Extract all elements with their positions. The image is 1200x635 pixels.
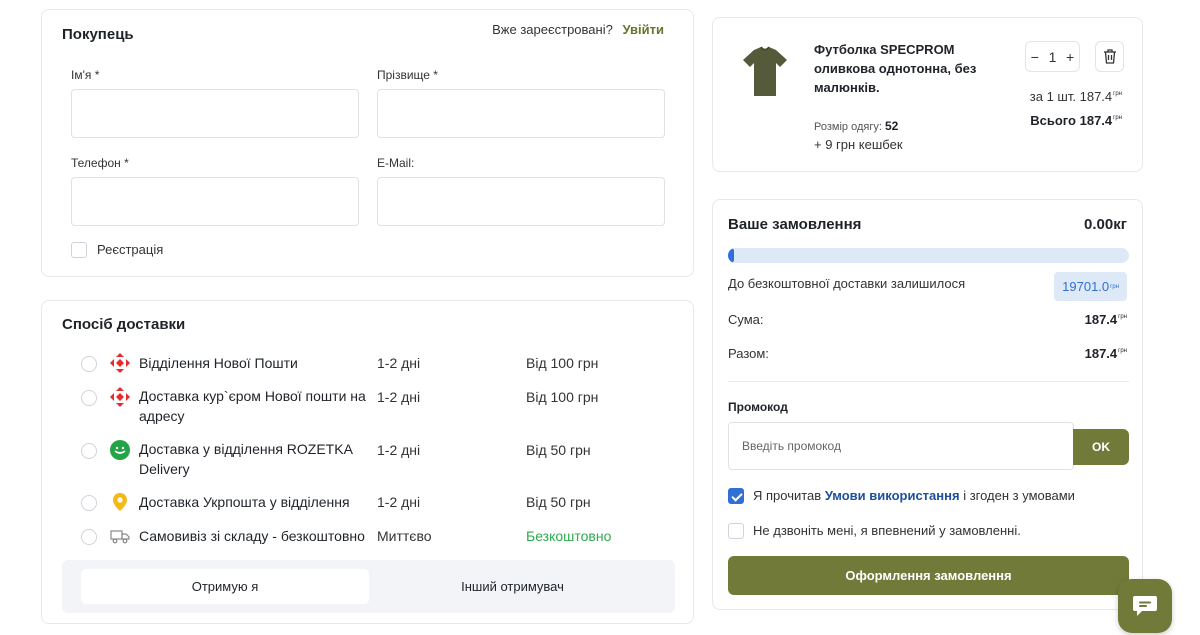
order-title: Ваше замовлення bbox=[728, 216, 862, 233]
promo-input[interactable]: Введіть промокод bbox=[728, 422, 1074, 470]
delivery-radio-nova-poshta-branch[interactable] bbox=[81, 356, 97, 372]
promo-apply-button[interactable]: OK bbox=[1073, 429, 1129, 465]
free-delivery-remaining-value: 19701.0 bbox=[1062, 279, 1110, 294]
currency: грн bbox=[1110, 283, 1119, 290]
phone-field[interactable] bbox=[71, 177, 359, 226]
rozetka-icon bbox=[110, 440, 130, 460]
ukrposhta-icon bbox=[113, 493, 127, 511]
no-call-checkbox[interactable] bbox=[728, 523, 744, 539]
chat-icon bbox=[1133, 596, 1157, 616]
delivery-option-name: Самовивіз зі складу - безкоштовно bbox=[139, 528, 365, 544]
delivery-card: Спосіб доставки Відділення Нової Пошти 1… bbox=[41, 300, 694, 624]
divider bbox=[728, 381, 1129, 382]
product-size: Розмір одягу: 52 bbox=[814, 119, 898, 133]
email-field[interactable] bbox=[377, 177, 665, 226]
quantity-plus-button[interactable]: + bbox=[1066, 49, 1074, 65]
sum-amount: 187.4 bbox=[1084, 312, 1118, 327]
nova-poshta-icon bbox=[110, 353, 130, 373]
total-amount: 187.4 bbox=[1084, 346, 1118, 361]
register-checkbox[interactable] bbox=[71, 242, 87, 258]
per-unit-label: за 1 шт. bbox=[1029, 89, 1076, 104]
registered-text: Вже зареєстровані? bbox=[492, 22, 613, 37]
recipient-toggle: Отримую я Інший отримувач bbox=[62, 560, 675, 613]
trash-icon bbox=[1103, 49, 1116, 64]
terms-suffix: і згоден з умовами bbox=[963, 488, 1075, 503]
item-total: Всього 187.4грн bbox=[1030, 113, 1122, 128]
buyer-title: Покупець bbox=[62, 26, 134, 43]
item-total-label: Всього bbox=[1030, 113, 1076, 128]
free-delivery-progress bbox=[728, 248, 1129, 263]
order-weight: 0.00кг bbox=[1084, 216, 1127, 233]
order-summary-card: Ваше замовлення 0.00кг До безкоштовної д… bbox=[712, 199, 1143, 610]
promo-label: Промокод bbox=[728, 400, 788, 414]
free-delivery-text: До безкоштовної доставки залишилося bbox=[728, 276, 966, 291]
recipient-other-button[interactable]: Інший отримувач bbox=[369, 569, 656, 604]
delivery-radio-ukrposhta[interactable] bbox=[81, 495, 97, 511]
checkout-button[interactable]: Оформлення замовлення bbox=[728, 556, 1129, 595]
first-name-field[interactable] bbox=[71, 89, 359, 138]
delivery-option-name: Доставка Укрпошта у відділення bbox=[139, 494, 350, 510]
quantity-value[interactable]: 1 bbox=[1049, 49, 1057, 65]
product-size-label: Розмір одягу: bbox=[814, 121, 882, 133]
remove-item-button[interactable] bbox=[1095, 41, 1124, 72]
delivery-option-time: 1-2 дні bbox=[377, 442, 421, 458]
login-link[interactable]: Увійти bbox=[622, 22, 664, 37]
phone-label: Телефон * bbox=[71, 156, 129, 170]
delivery-option-time: 1-2 дні bbox=[377, 355, 421, 371]
sum-value: 187.4грн bbox=[1085, 312, 1127, 327]
terms-link[interactable]: Умови використання bbox=[825, 488, 960, 503]
delivery-option-time: 1-2 дні bbox=[377, 389, 421, 405]
sum-label: Сума: bbox=[728, 312, 764, 327]
chat-button[interactable] bbox=[1118, 579, 1172, 633]
login-prompt: Вже зареєстровані? Увійти bbox=[492, 22, 664, 37]
nova-poshta-icon bbox=[110, 387, 130, 407]
register-label: Реєстрація bbox=[97, 242, 164, 257]
delivery-option-price: Від 100 грн bbox=[526, 355, 599, 371]
terms-text: Я прочитав Умови використання і згоден з… bbox=[753, 488, 1075, 503]
currency: грн bbox=[1118, 314, 1127, 320]
delivery-radio-pickup[interactable] bbox=[81, 529, 97, 545]
email-label: E-Mail: bbox=[377, 156, 415, 170]
terms-prefix: Я прочитав bbox=[753, 488, 822, 503]
truck-icon bbox=[110, 530, 130, 544]
delivery-radio-nova-poshta-courier[interactable] bbox=[81, 390, 97, 406]
delivery-option-name: Відділення Нової Пошти bbox=[139, 355, 298, 371]
last-name-field[interactable] bbox=[377, 89, 665, 138]
per-unit-price: за 1 шт. 187.4грн bbox=[1030, 89, 1122, 104]
delivery-option-name: Доставка у відділення ROZETKA Delivery bbox=[139, 441, 353, 477]
delivery-option-price: Від 50 грн bbox=[526, 442, 591, 458]
delivery-option-price: Від 50 грн bbox=[526, 494, 591, 510]
free-delivery-progress-fill bbox=[728, 248, 734, 263]
per-unit-value: 187.4 bbox=[1079, 89, 1113, 104]
free-delivery-remaining: 19701.0 грн bbox=[1054, 272, 1127, 301]
terms-checkbox[interactable] bbox=[728, 488, 744, 504]
quantity-stepper: − 1 + bbox=[1025, 41, 1080, 72]
currency: грн bbox=[1113, 91, 1122, 97]
delivery-option-time: 1-2 дні bbox=[377, 494, 421, 510]
delivery-option-time: Миттєво bbox=[377, 528, 432, 544]
buyer-card: Покупець Вже зареєстровані? Увійти Ім'я … bbox=[41, 9, 694, 277]
quantity-minus-button[interactable]: − bbox=[1031, 49, 1039, 65]
no-call-text: Не дзвоніть мені, я впевнений у замовлен… bbox=[753, 523, 1021, 538]
total-label: Разом: bbox=[728, 346, 769, 361]
cart-item-card: Футболка SPECPROM оливкова однотонна, бе… bbox=[712, 17, 1143, 172]
currency: грн bbox=[1113, 115, 1122, 121]
currency: грн bbox=[1118, 348, 1127, 354]
delivery-option-price: Безкоштовно bbox=[526, 528, 612, 544]
delivery-option-price: Від 100 грн bbox=[526, 389, 599, 405]
recipient-self-button[interactable]: Отримую я bbox=[81, 569, 369, 604]
delivery-title: Спосіб доставки bbox=[62, 316, 186, 333]
delivery-radio-rozetka[interactable] bbox=[81, 443, 97, 459]
first-name-label: Ім'я * bbox=[71, 68, 100, 82]
total-value: 187.4грн bbox=[1085, 346, 1127, 361]
product-size-value: 52 bbox=[884, 119, 899, 133]
tshirt-product-image[interactable] bbox=[735, 42, 795, 102]
delivery-option-name: Доставка кур`єром Нової пошти на адресу bbox=[139, 388, 366, 424]
product-name[interactable]: Футболка SPECPROM оливкова однотонна, бе… bbox=[814, 40, 994, 97]
product-cashback: + 9 грн кешбек bbox=[814, 137, 903, 152]
item-total-value: 187.4 bbox=[1079, 113, 1113, 128]
last-name-label: Прізвище * bbox=[377, 68, 438, 82]
